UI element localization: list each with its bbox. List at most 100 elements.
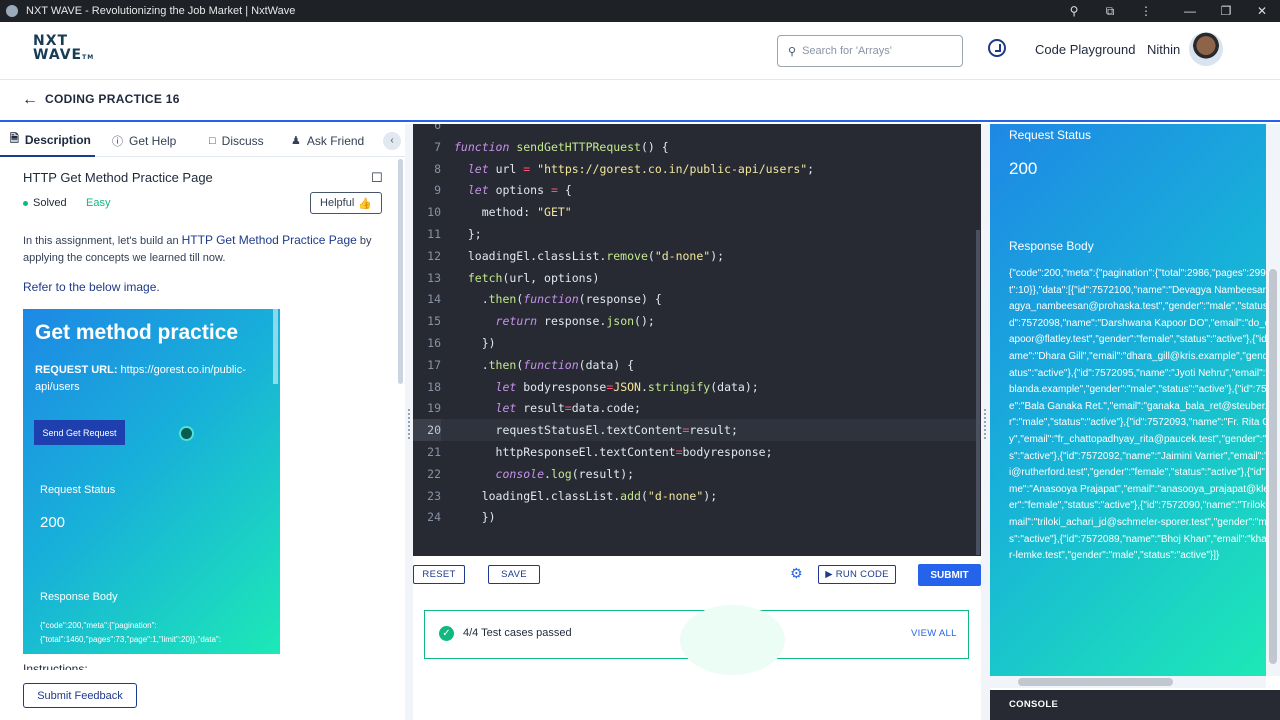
line-number: 13 (427, 270, 441, 285)
code-line[interactable]: 23 loadingEl.classList.add("d-none"); (413, 485, 981, 507)
line-number: 15 (427, 314, 441, 329)
console-tab[interactable]: CONSOLE (1009, 699, 1058, 710)
instructions-heading: Instructions: (23, 662, 88, 670)
code-line[interactable]: 11 }; (413, 223, 981, 245)
document-icon: 🗎 (10, 133, 19, 145)
code-line[interactable]: 13 fetch(url, options) (413, 267, 981, 289)
code-line[interactable]: 22 console.log(result); (413, 463, 981, 485)
code-line[interactable]: 24 }) (413, 506, 981, 528)
reference-image: Get method practice REQUEST URL: https:/… (23, 309, 280, 654)
line-number: 7 (434, 139, 441, 154)
code-line[interactable]: 21 httpResponseEl.textContent=bodyrespon… (413, 441, 981, 463)
preview-request-url: REQUEST URL: https://gorest.co.in/public… (35, 364, 246, 393)
submit-button[interactable]: SUBMIT (918, 564, 981, 586)
code-text: let url = "https://gorest.co.in/public-a… (467, 161, 815, 176)
code-line[interactable]: 9 let options = { (413, 179, 981, 201)
tab-get-help[interactable]: ⓘ Get Help (95, 124, 195, 157)
panel-splitter-right[interactable] (981, 124, 990, 720)
code-playground-link[interactable]: Code Playground (1035, 42, 1135, 57)
avatar[interactable] (1189, 32, 1223, 66)
close-icon[interactable]: ✕ (1244, 4, 1280, 18)
drag-handle[interactable] (408, 409, 410, 439)
reset-button[interactable]: RESET (413, 565, 465, 584)
output-horizontal-scrollbar[interactable] (990, 676, 1266, 688)
code-line[interactable]: 17 .then(function(data) { (413, 354, 981, 376)
code-text: method: "GET" (454, 205, 572, 220)
question-title: HTTP Get Method Practice Page (23, 170, 213, 185)
tab-ask-friend[interactable]: ♟ Ask Friend (285, 124, 374, 157)
code-editor[interactable]: 6 7 function sendGetHTTPRequest() {8 let u… (413, 124, 981, 556)
preview-request-status-label: Request Status (40, 484, 116, 496)
code-line[interactable]: 12 loadingEl.classList.remove("d-none"); (413, 245, 981, 267)
run-code-button[interactable]: ▶ RUN CODE (818, 565, 896, 584)
stopwatch-icon[interactable] (988, 39, 1006, 57)
code-text: console.log(result); (495, 466, 635, 481)
question-description: In this assignment, let's build an HTTP … (23, 233, 372, 264)
kebab-menu-icon[interactable]: ⋮ (1128, 4, 1164, 18)
line-number: 20 (413, 419, 441, 442)
line-number: 24 (427, 510, 441, 525)
tab-discuss[interactable]: □ Discuss (195, 124, 285, 157)
line-number: 21 (427, 445, 441, 459)
submit-feedback-button[interactable]: Submit Feedback (23, 683, 137, 708)
collapse-panel-button[interactable]: ‹ (383, 132, 401, 150)
helpful-button[interactable]: Helpful 👍 (310, 192, 382, 214)
search-placeholder: Search for 'Arrays' (802, 45, 892, 57)
code-line[interactable]: 6 (413, 124, 981, 136)
code-line[interactable]: 18 let bodyresponse=JSON.stringify(data)… (413, 376, 981, 398)
code-line[interactable]: 7 function sendGetHTTPRequest() { (413, 136, 981, 158)
code-line[interactable]: 20 requestStatusEl.textContent=result; (413, 419, 981, 442)
status-dot (23, 200, 28, 206)
preview-title: Get method practice (35, 321, 239, 344)
line-number: 6 (434, 124, 441, 132)
code-line[interactable]: 16 }) (413, 332, 981, 354)
line-number: 14 (427, 292, 441, 307)
request-status-label: Request Status (1009, 128, 1092, 142)
practice-header: ← CODING PRACTICE 16 (0, 80, 1280, 122)
scroll-thumb[interactable] (1018, 678, 1173, 686)
scroll-thumb[interactable] (1269, 269, 1277, 664)
left-scrollbar[interactable] (398, 159, 403, 384)
editor-scrollbar[interactable] (976, 230, 980, 555)
search-icon: ⚲ (788, 45, 797, 58)
maximize-icon[interactable]: ❐ (1208, 4, 1244, 18)
bookmark-icon[interactable]: ☐ (371, 170, 383, 186)
app-header: NXT WAVETM ⚲ Search for 'Arrays' Code Pl… (0, 22, 1280, 80)
gear-icon[interactable]: ⚙ (790, 565, 803, 582)
save-button[interactable]: SAVE (488, 565, 540, 584)
preview-response-json: {"code":200,"meta":{"pagination":{"total… (40, 621, 221, 644)
search-input[interactable]: ⚲ Search for 'Arrays' (777, 35, 963, 67)
refer-text: Refer to the below image. (23, 280, 160, 294)
drag-handle[interactable] (984, 409, 986, 439)
output-vertical-scrollbar[interactable] (1266, 124, 1280, 676)
tab-description[interactable]: 🗎 Description (0, 124, 95, 157)
check-watermark-icon (680, 605, 785, 675)
zoom-icon[interactable]: ⚲ (1056, 4, 1092, 18)
window-titlebar: NXT WAVE - Revolutionizing the Job Marke… (0, 0, 1280, 22)
solved-status: Solved (23, 197, 67, 209)
code-line[interactable]: 8 let url = "https://gorest.co.in/public… (413, 158, 981, 180)
username[interactable]: Nithin (1147, 42, 1180, 57)
line-number: 16 (427, 336, 441, 350)
code-line[interactable]: 15 return response.json(); (413, 310, 981, 332)
extension-icon[interactable]: ⧉ (1092, 4, 1128, 19)
code-text: loadingEl.classList.add("d-none"); (454, 488, 718, 503)
minimize-icon[interactable]: — (1172, 4, 1208, 18)
preview-send-button: Send Get Request (34, 420, 125, 445)
console-bar: CONSOLE (990, 690, 1280, 720)
code-text: }; (454, 227, 482, 241)
line-number: 9 (434, 183, 441, 198)
code-text: loadingEl.classList.remove("d-none"); (454, 248, 725, 263)
code-line[interactable]: 19 let result=data.code; (413, 397, 981, 419)
description-panel: 🗎 Description ⓘ Get Help □ Discuss ♟ Ask… (0, 124, 405, 670)
view-all-link[interactable]: VIEW ALL (911, 628, 957, 639)
code-line[interactable]: 10 method: "GET" (413, 201, 981, 223)
nxtwave-logo[interactable]: NXT WAVETM (33, 34, 94, 65)
line-number: 18 (427, 379, 441, 394)
code-text: .then(function(data) { (454, 357, 635, 372)
back-arrow-icon[interactable]: ← (22, 91, 38, 109)
help-icon: ⓘ (112, 135, 123, 148)
feedback-bar: Submit Feedback (0, 670, 405, 720)
code-line[interactable]: 14 .then(function(response) { (413, 288, 981, 310)
panel-splitter-left[interactable] (405, 124, 413, 720)
